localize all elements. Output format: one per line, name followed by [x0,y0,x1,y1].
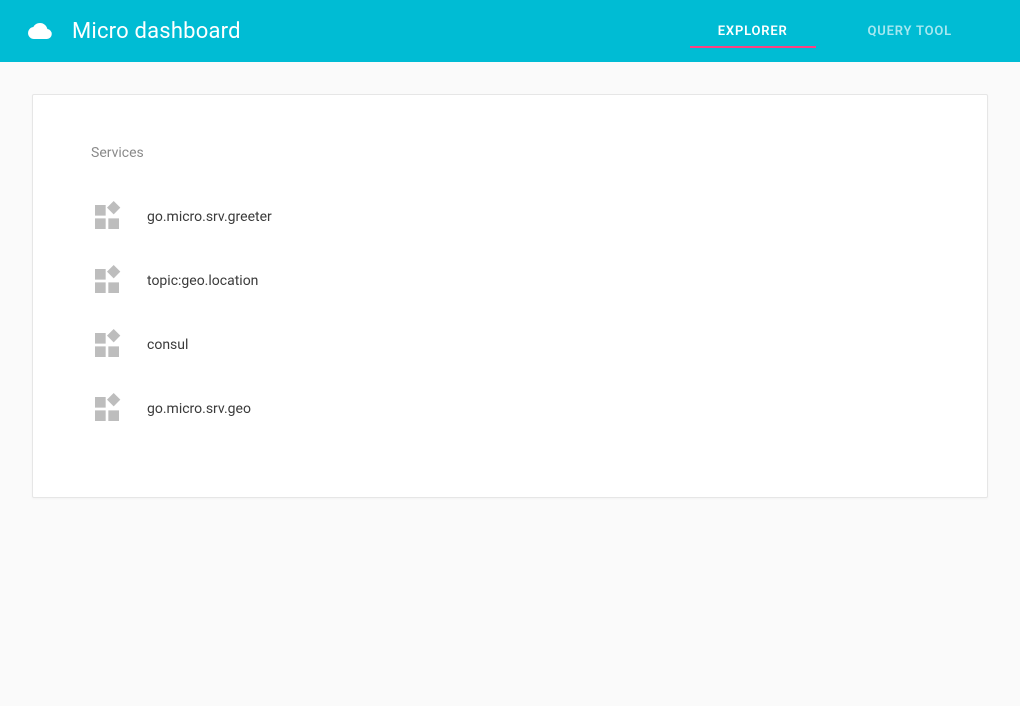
tab-query-tool[interactable]: QUERY TOOL [828,0,992,62]
service-name: go.micro.srv.greeter [147,209,272,225]
tab-label: EXPLORER [718,24,788,39]
header-tabs: EXPLORER QUERY TOOL [678,0,992,62]
widgets-icon [91,265,123,297]
app-title: Micro dashboard [72,19,241,44]
service-name: go.micro.srv.geo [147,401,251,417]
widgets-icon [91,329,123,361]
list-item[interactable]: topic:geo.location [91,249,929,313]
content-area: Services go.micro.srv.greeter topic:geo.… [0,62,1020,530]
list-item[interactable]: consul [91,313,929,377]
tab-label: QUERY TOOL [868,24,952,39]
service-name: topic:geo.location [147,273,258,289]
widgets-icon [91,393,123,425]
logo-block: Micro dashboard [28,19,241,44]
services-card: Services go.micro.srv.greeter topic:geo.… [32,94,988,498]
service-name: consul [147,337,188,353]
list-item[interactable]: go.micro.srv.greeter [91,185,929,249]
widgets-icon [91,201,123,233]
tab-explorer[interactable]: EXPLORER [678,0,828,62]
cloud-icon [28,19,52,43]
section-title: Services [91,145,929,161]
app-header: Micro dashboard EXPLORER QUERY TOOL [0,0,1020,62]
list-item[interactable]: go.micro.srv.geo [91,377,929,441]
